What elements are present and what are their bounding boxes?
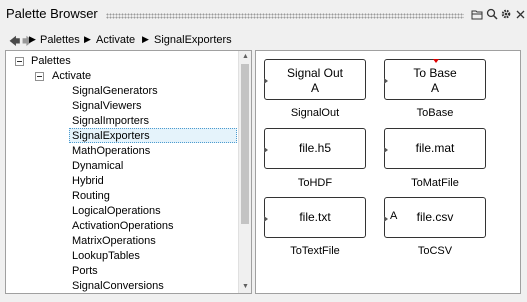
title-bar: Palette Browser	[0, 0, 527, 28]
tree-item-matrixoperations[interactable]: MatrixOperations	[72, 234, 156, 249]
tree-item-ports[interactable]: Ports	[72, 264, 98, 279]
scroll-up-icon[interactable]: ▲	[241, 52, 250, 62]
block-caption: ToTextFile	[290, 245, 340, 257]
palette-tree[interactable]: Palettes Activate SignalGenerators Signa…	[5, 50, 252, 294]
tree-item-signalimporters[interactable]: SignalImporters	[72, 114, 149, 129]
breadcrumb-item-palettes[interactable]: Palettes	[40, 34, 80, 46]
open-folder-icon[interactable]	[470, 7, 484, 21]
tree-item-activationoperations[interactable]: ActivationOperations	[72, 219, 174, 234]
block-tobase[interactable]: To Base A	[384, 59, 486, 100]
block-signalout[interactable]: Signal Out A	[264, 59, 366, 100]
scroll-down-icon[interactable]: ▼	[241, 282, 250, 292]
activation-port-icon	[433, 59, 439, 63]
breadcrumb-separator-icon: ▶	[84, 34, 91, 44]
collapse-icon[interactable]	[35, 72, 44, 81]
block-caption: ToHDF	[297, 177, 333, 189]
block-title: file.csv	[416, 210, 454, 224]
tree-scrollbar[interactable]: ▲ ▼	[238, 51, 251, 293]
tree-item-signalconversions[interactable]: SignalConversions	[72, 279, 164, 293]
block-caption: SignalOut	[290, 107, 340, 119]
breadcrumb: 🡄 🡆 ▶ Palettes ▶ Activate ▶ SignalExport…	[0, 30, 527, 50]
tree-item-logicaloperations[interactable]: LogicalOperations	[72, 204, 161, 219]
tree-item-dynamical[interactable]: Dynamical	[72, 159, 123, 174]
tree-item-hybrid[interactable]: Hybrid	[72, 174, 104, 189]
block-title: To Base	[413, 66, 457, 80]
block-title: file.txt	[299, 210, 331, 224]
block-subtitle: A	[310, 81, 319, 95]
search-icon[interactable]	[485, 7, 499, 21]
breadcrumb-item-activate[interactable]: Activate	[96, 34, 135, 46]
block-totextfile[interactable]: file.txt	[264, 197, 366, 238]
tree-item-signalviewers[interactable]: SignalViewers	[72, 99, 142, 114]
breadcrumb-item-signalexporters[interactable]: SignalExporters	[154, 34, 232, 46]
block-caption: ToCSV	[417, 245, 453, 257]
tree-item-signalexporters[interactable]: SignalExporters	[69, 128, 237, 143]
scroll-thumb[interactable]	[241, 64, 249, 224]
close-icon[interactable]	[513, 7, 527, 21]
block-palette[interactable]: Signal Out A SignalOut To Base A ToBase …	[255, 50, 521, 294]
breadcrumb-separator-icon: ▶	[142, 34, 149, 44]
tree-item-signalgenerators[interactable]: SignalGenerators	[72, 84, 158, 99]
tree-item-palettes[interactable]: Palettes	[31, 54, 71, 69]
tree-item-lookuptables[interactable]: LookupTables	[72, 249, 140, 264]
drag-grip[interactable]	[106, 13, 464, 19]
block-title: file.mat	[415, 141, 455, 155]
window-title: Palette Browser	[6, 6, 98, 21]
block-caption: ToBase	[416, 107, 454, 119]
block-title: Signal Out	[286, 66, 344, 80]
block-title: file.h5	[298, 141, 332, 155]
block-tohdf[interactable]: file.h5	[264, 128, 366, 169]
gear-icon[interactable]	[499, 7, 513, 21]
tree-item-routing[interactable]: Routing	[72, 189, 110, 204]
block-tocsv[interactable]: A file.csv	[384, 197, 486, 238]
tree-item-activate[interactable]: Activate	[52, 69, 91, 84]
block-subtitle: A	[430, 81, 439, 95]
tree-item-mathoperations[interactable]: MathOperations	[72, 144, 150, 159]
block-tomatfile[interactable]: file.mat	[384, 128, 486, 169]
breadcrumb-separator-icon: ▶	[29, 34, 36, 44]
collapse-icon[interactable]	[15, 57, 24, 66]
block-caption: ToMatFile	[411, 177, 459, 189]
